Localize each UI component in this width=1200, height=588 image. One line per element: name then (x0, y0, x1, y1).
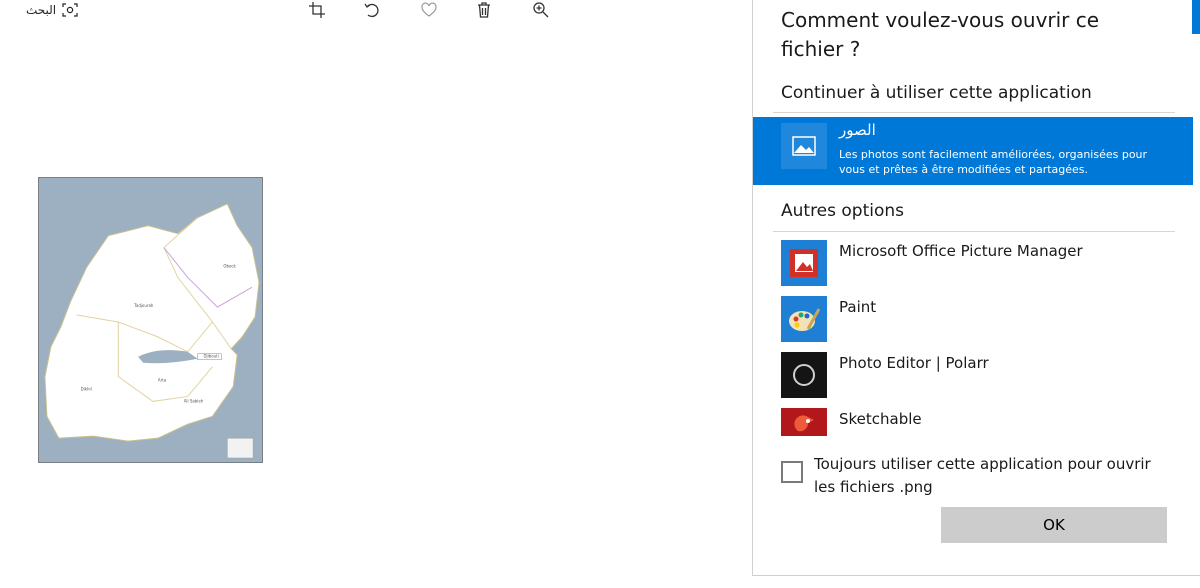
app-option-polarr[interactable]: Photo Editor | Polarr (753, 352, 1193, 402)
crop-icon (309, 2, 325, 18)
rotate-icon (364, 3, 379, 18)
polarr-icon (781, 352, 827, 398)
crop-button[interactable] (304, 0, 330, 22)
dialog-title: Comment voulez-vous ouvrir ce fichier ? (781, 8, 1100, 61)
map-label-obock: Obock (223, 263, 236, 268)
photos-app-option[interactable]: الصور Les photos sont facilement amélior… (753, 117, 1193, 185)
continue-heading: Continuer à utiliser cette application (781, 83, 1092, 103)
divider (773, 231, 1175, 232)
always-use-checkbox[interactable] (781, 461, 803, 483)
app-label: Paint (839, 298, 877, 316)
picture-manager-icon (781, 240, 827, 286)
divider (773, 112, 1175, 113)
zoom-button[interactable] (528, 0, 554, 22)
app-option-sketchable[interactable]: Sketchable (753, 408, 1193, 458)
app-option-paint[interactable]: Paint (753, 296, 1193, 346)
map-label-tadjourah: Tadjourah (133, 303, 154, 308)
photos-app-icon (781, 123, 827, 169)
map-image: Obock Tadjourah Djibouti Dikhil Arta Ali… (38, 177, 263, 463)
map-label-ali-sabieh: Ali Sabieh (184, 398, 204, 403)
app-label: Microsoft Office Picture Manager (839, 242, 1083, 260)
sketchable-icon (781, 408, 827, 436)
search-button[interactable]: البحث (26, 1, 78, 19)
app-option-picture-manager[interactable]: Microsoft Office Picture Manager (753, 240, 1193, 290)
map-label-dikhil: Dikhil (81, 386, 92, 391)
photos-app-name: الصور (839, 121, 876, 139)
trash-icon (478, 2, 490, 18)
favorite-button[interactable] (416, 0, 442, 22)
app-label: Photo Editor | Polarr (839, 354, 989, 372)
map-label-djibouti: Djibouti (204, 354, 219, 359)
scrollbar-thumb[interactable] (1192, 0, 1200, 34)
app-label: Sketchable (839, 410, 922, 428)
map-label-arta: Arta (158, 378, 167, 383)
ok-button[interactable]: OK (941, 507, 1167, 543)
heart-icon (421, 2, 437, 17)
delete-button[interactable] (471, 0, 497, 22)
other-options-heading: Autres options (781, 201, 905, 221)
zoom-in-icon (533, 2, 549, 18)
search-label: البحث (26, 3, 57, 17)
rotate-button[interactable] (359, 0, 385, 22)
open-with-dialog: Comment voulez-vous ouvrir ce fichier ? … (752, 0, 1200, 576)
always-use-label: Toujours utiliser cette application pour… (814, 455, 1151, 496)
paint-palette-icon (781, 296, 827, 342)
search-scan-icon (62, 2, 78, 18)
photos-app-description: Les photos sont facilement améliorées, o… (839, 148, 1148, 176)
